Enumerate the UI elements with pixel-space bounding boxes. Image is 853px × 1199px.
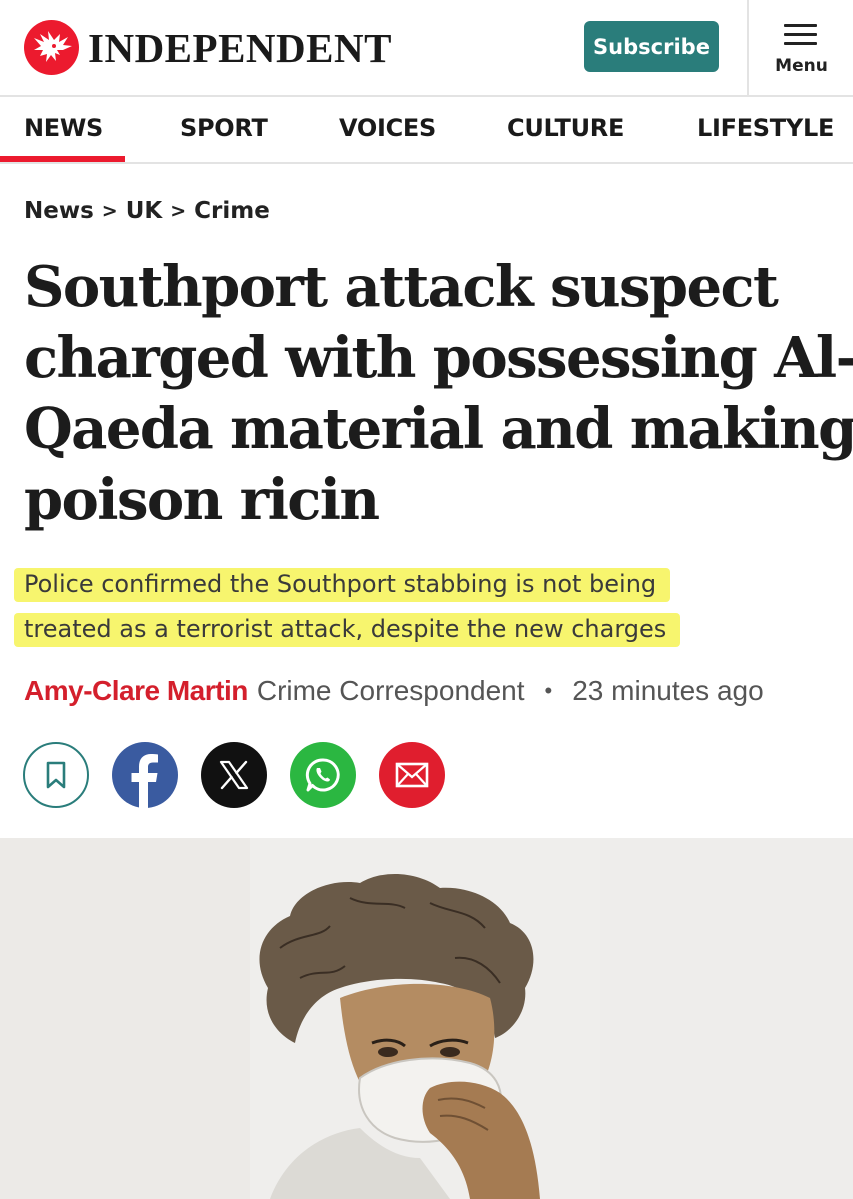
site-logo[interactable]: INDEPENDENT [24,20,392,75]
courtroom-sketch-illustration [0,838,853,1199]
breadcrumb-crime[interactable]: Crime [194,198,270,224]
headline-line: charged with possessing Al- [24,325,853,391]
header-divider [747,0,749,96]
section-nav: NEWS SPORT VOICES CULTURE LIFESTYLE [0,98,853,164]
nav-item-culture[interactable]: CULTURE [507,114,624,142]
standfirst-line: treated as a terrorist attack, despite t… [14,607,681,652]
breadcrumb-separator: > [101,200,118,222]
author-role: Crime Correspondent [256,675,525,706]
breadcrumb-separator: > [170,200,187,222]
subscribe-button[interactable]: Subscribe [584,21,719,72]
publish-time: 23 minutes ago [572,675,764,706]
email-icon[interactable] [379,742,445,808]
x-icon[interactable] [201,742,267,808]
author-link[interactable]: Amy-Clare Martin [24,675,248,707]
breadcrumb-uk[interactable]: UK [126,198,163,224]
article-standfirst: Police confirmed the Southport stabbing … [14,562,681,652]
menu-button[interactable]: Menu [750,0,853,96]
menu-label: Menu [775,56,828,76]
standfirst-highlight: treated as a terrorist attack, despite t… [14,613,681,647]
facebook-icon[interactable] [112,742,178,808]
nav-item-lifestyle[interactable]: LIFESTYLE [697,114,834,142]
byline-separator: • [544,678,553,703]
active-nav-indicator [0,156,125,162]
breadcrumb: News > UK > Crime [24,198,270,224]
nav-item-voices[interactable]: VOICES [339,114,436,142]
whatsapp-icon[interactable] [290,742,356,808]
breadcrumb-news[interactable]: News [24,198,94,224]
nav-item-sport[interactable]: SPORT [180,114,268,142]
share-bar [23,742,468,808]
bookmark-icon[interactable] [23,742,89,808]
standfirst-line: Police confirmed the Southport stabbing … [14,562,680,607]
brand-name: INDEPENDENT [88,24,392,71]
headline-line: Southport attack suspect [24,254,779,320]
eagle-logo-icon [24,20,79,75]
byline: Amy-Clare Martin Crime Correspondent • 2… [24,675,764,707]
article-headline: Southport attack suspect charged with po… [24,252,853,536]
hamburger-icon [784,24,817,51]
nav-item-news[interactable]: NEWS [24,114,103,142]
headline-line: poison ricin [24,467,380,533]
site-header: INDEPENDENT Subscribe Menu [0,0,853,97]
article-hero-image [0,838,853,1199]
headline-line: Qaeda material and making [24,396,853,462]
standfirst-highlight: Police confirmed the Southport stabbing … [14,568,671,602]
